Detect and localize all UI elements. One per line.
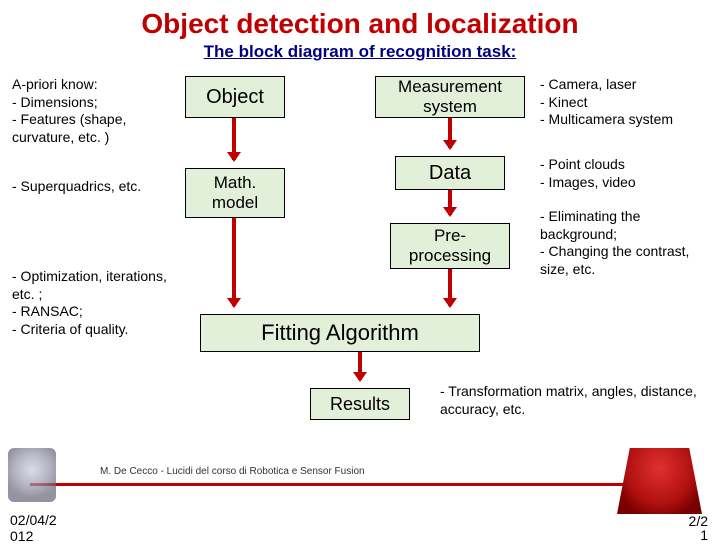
footer-attribution: M. De Cecco - Lucidi del corso di Roboti… (100, 466, 365, 477)
arrow-fitting-to-results (358, 352, 362, 380)
page-number: 2/2 1 (689, 514, 708, 542)
arrow-object-to-math (232, 118, 236, 160)
box-object: Object (185, 76, 285, 118)
page-subtitle: The block diagram of recognition task: (0, 42, 720, 62)
box-math-model: Math. model (185, 168, 285, 218)
arrow-pre-to-fitting (448, 269, 452, 306)
date-line1: 02/04/2 (10, 512, 57, 528)
arrow-data-to-pre (448, 190, 452, 215)
footer-date: 02/04/2 012 (10, 512, 57, 544)
date-line2: 012 (10, 528, 33, 544)
box-fitting-algorithm: Fitting Algorithm (200, 314, 480, 352)
note-apriori: A-priori know: - Dimensions; - Features … (12, 76, 172, 146)
university-logo (8, 448, 56, 502)
box-results: Results (310, 388, 410, 420)
note-superquadrics: - Superquadrics, etc. (12, 178, 162, 196)
note-preprocessing: - Eliminating the background; - Changing… (540, 208, 715, 278)
note-optimization: - Optimization, iterations, etc. ; - RAN… (12, 268, 172, 338)
footer-divider (30, 483, 690, 486)
page-line2: 1 (700, 527, 708, 543)
arrow-meas-to-data (448, 118, 452, 148)
arrow-math-to-fitting (232, 218, 236, 306)
diagram-canvas: A-priori know: - Dimensions; - Features … (0, 68, 720, 468)
sensor-image (617, 448, 702, 514)
note-measurement: - Camera, laser - Kinect - Multicamera s… (540, 76, 710, 129)
box-data: Data (395, 156, 505, 190)
page-title: Object detection and localization (0, 8, 720, 40)
note-results: - Transformation matrix, angles, distanc… (440, 383, 710, 418)
box-preprocessing: Pre- processing (390, 223, 510, 269)
box-measurement-system: Measurement system (375, 76, 525, 118)
note-data: - Point clouds - Images, video (540, 156, 710, 191)
